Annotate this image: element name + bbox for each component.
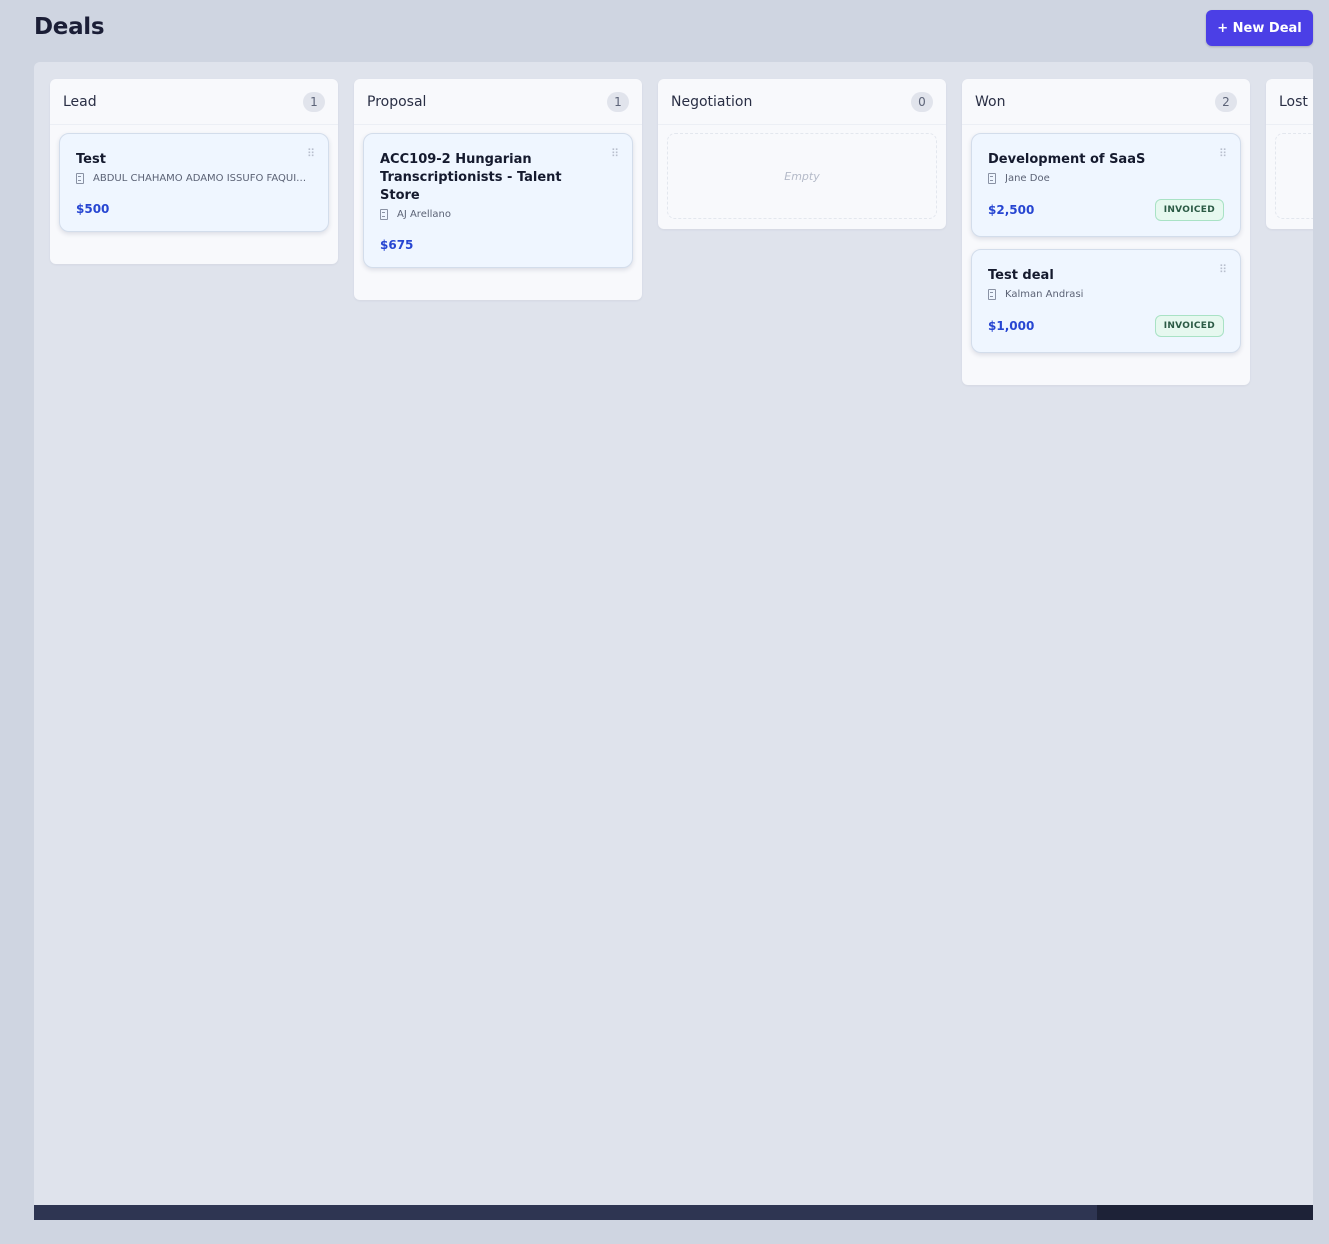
deal-card[interactable]: Test ⠿ ABDUL CHAHAMO ADAMO ISSUFO FAQUIR… [59,133,329,232]
column-body: Test ⠿ ABDUL CHAHAMO ADAMO ISSUFO FAQUIR… [50,125,338,232]
column-won: Won 2 Development of SaaS ⠿ Jane Doe $2,… [962,79,1250,385]
column-body: Empty [658,125,946,219]
deal-title: ACC109-2 Hungarian Transcriptionists - T… [380,152,562,203]
deal-company: Kalman Andrasi [988,289,1224,300]
company-name: AJ Arellano [397,209,451,220]
empty-drop-zone[interactable]: Empty [667,133,937,219]
deal-card[interactable]: ACC109-2 Hungarian Transcriptionists - T… [363,133,633,268]
column-body: Development of SaaS ⠿ Jane Doe $2,500 IN… [962,125,1250,353]
deal-title: Development of SaaS [988,152,1146,167]
empty-drop-zone[interactable] [1275,133,1313,219]
column-count-badge: 0 [911,91,933,112]
column-header: Lead 1 [50,79,338,125]
deal-card[interactable]: Development of SaaS ⠿ Jane Doe $2,500 IN… [971,133,1241,237]
column-header: Won 2 [962,79,1250,125]
scrollbar-thumb[interactable] [34,1205,1097,1220]
invoiced-badge: INVOICED [1154,199,1224,221]
company-name: Jane Doe [1005,173,1050,184]
column-count-badge: 1 [607,91,629,112]
building-icon [76,173,84,184]
drag-handle-icon[interactable]: ⠿ [1219,147,1227,161]
new-deal-button[interactable]: + New Deal [1206,10,1313,46]
deal-card[interactable]: Test deal ⠿ Kalman Andrasi $1,000 INVOIC… [971,249,1241,353]
column-title: Lead [63,93,97,110]
deal-company: AJ Arellano [380,209,616,220]
drag-handle-icon[interactable]: ⠿ [1219,263,1227,277]
deal-footer: $2,500 INVOICED [988,199,1224,221]
deal-company: Jane Doe [988,173,1224,184]
invoiced-badge: INVOICED [1154,315,1224,337]
column-negotiation: Negotiation 0 Empty [658,79,946,229]
deal-title: Test [76,152,106,167]
column-body: ACC109-2 Hungarian Transcriptionists - T… [354,125,642,268]
column-title: Won [975,93,1006,110]
deal-footer: $500 [76,202,312,216]
building-icon [988,173,996,184]
column-title: Proposal [367,93,427,110]
building-icon [988,289,996,300]
column-header: Proposal 1 [354,79,642,125]
company-name: ABDUL CHAHAMO ADAMO ISSUFO FAQUIR IB... [93,173,312,184]
deal-value: $500 [76,202,110,216]
column-title: Lost [1279,93,1308,110]
drag-handle-icon[interactable]: ⠿ [307,147,315,161]
deal-value: $675 [380,238,414,252]
deal-footer: $675 [380,238,616,252]
column-lead: Lead 1 Test ⠿ ABDUL CHAHAMO ADAMO ISSUFO… [50,79,338,264]
deal-company: ABDUL CHAHAMO ADAMO ISSUFO FAQUIR IB... [76,173,312,184]
deal-footer: $1,000 INVOICED [988,315,1224,337]
building-icon [380,209,388,220]
deal-value: $2,500 [988,203,1035,217]
column-header: Negotiation 0 [658,79,946,125]
deal-title: Test deal [988,268,1054,283]
column-count-badge: 2 [1215,91,1237,112]
column-proposal: Proposal 1 ACC109-2 Hungarian Transcript… [354,79,642,300]
column-header: Lost [1266,79,1313,125]
column-count-badge: 1 [303,91,325,112]
company-name: Kalman Andrasi [1005,289,1084,300]
deal-value: $1,000 [988,319,1035,333]
kanban-board: Lead 1 Test ⠿ ABDUL CHAHAMO ADAMO ISSUFO… [34,62,1313,1220]
column-title: Negotiation [671,93,753,110]
drag-handle-icon[interactable]: ⠿ [611,147,619,161]
column-body [1266,125,1313,219]
page-title: Deals [34,14,105,40]
column-lost: Lost [1266,79,1313,229]
horizontal-scrollbar[interactable] [34,1205,1313,1220]
